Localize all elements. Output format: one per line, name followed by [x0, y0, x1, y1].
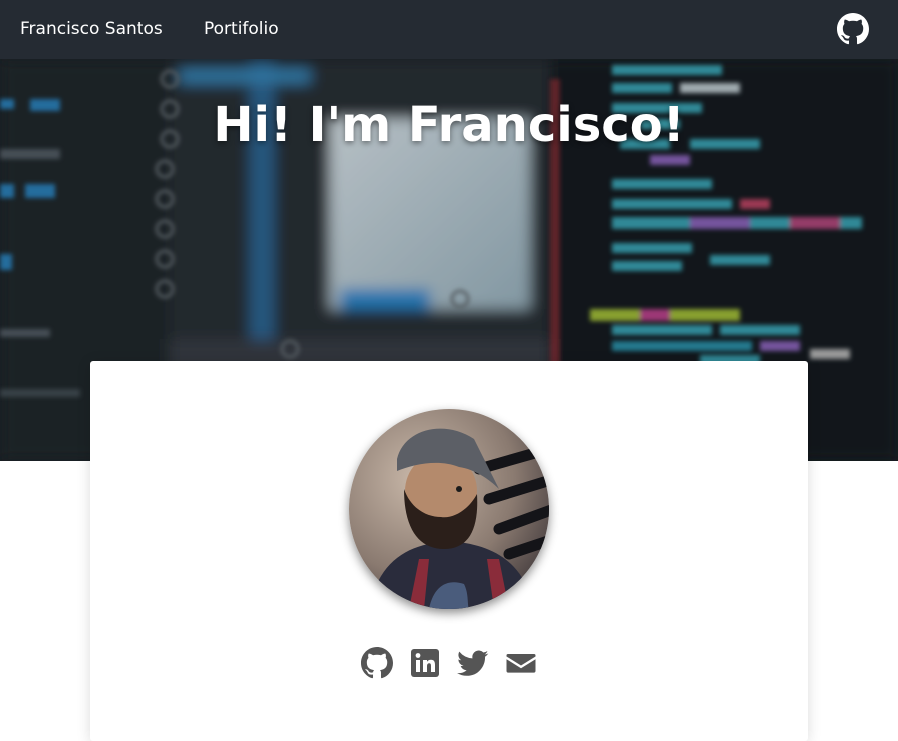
- github-icon[interactable]: [837, 13, 869, 45]
- linkedin-icon[interactable]: [409, 647, 441, 679]
- profile-photo: [349, 409, 549, 609]
- hero-title: Hi! I'm Francisco!: [213, 97, 685, 153]
- twitter-icon[interactable]: [457, 647, 489, 679]
- profile-card: [90, 361, 808, 741]
- nav-link-portfolio[interactable]: Portifolio: [204, 18, 279, 40]
- profile-avatar: [349, 409, 549, 609]
- social-links: [90, 647, 808, 679]
- envelope-icon[interactable]: [505, 647, 537, 679]
- top-navbar: Francisco Santos Portifolio: [0, 0, 898, 59]
- github-icon[interactable]: [361, 647, 393, 679]
- brand-link[interactable]: Francisco Santos: [20, 18, 163, 40]
